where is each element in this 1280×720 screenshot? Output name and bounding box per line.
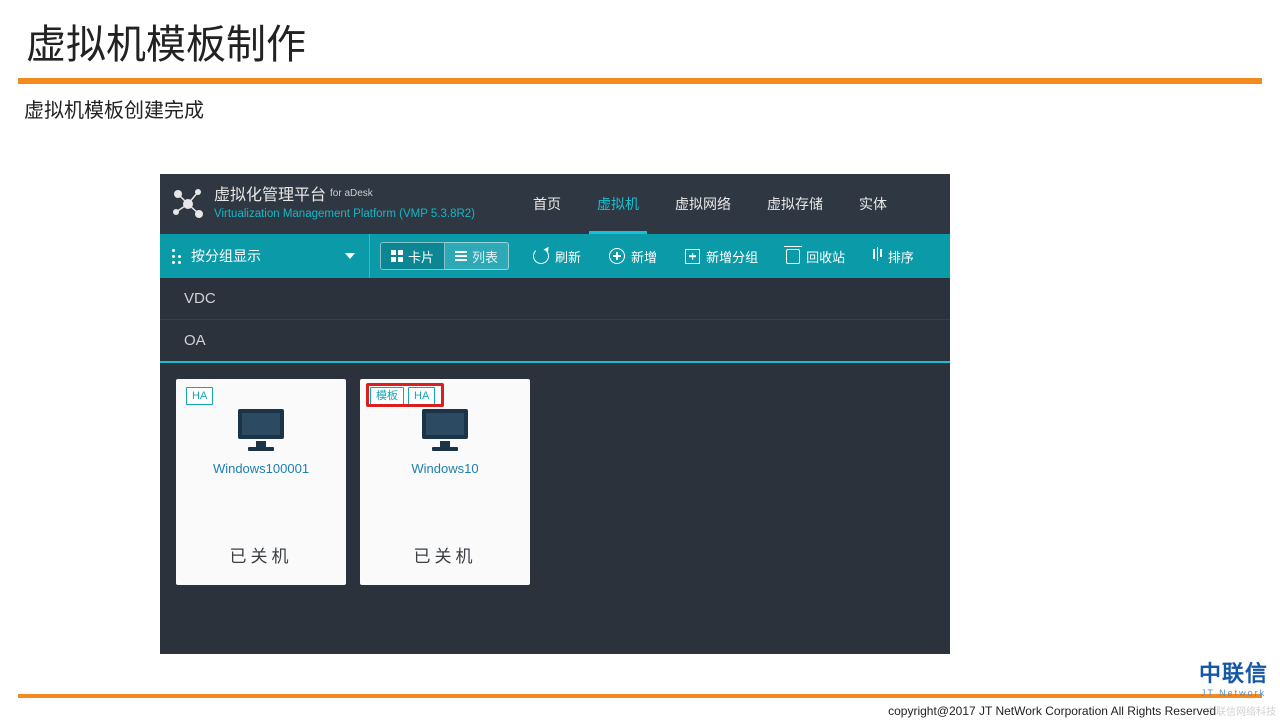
add-button[interactable]: 新增 — [595, 234, 671, 278]
group-list: VDC OA — [160, 278, 950, 363]
view-toggle: 卡片 列表 — [370, 234, 519, 278]
primary-nav: 首页 虚拟机 虚拟网络 虚拟存储 实体 — [515, 174, 905, 234]
app-title-suffix: for aDesk — [330, 188, 373, 200]
jt-logo-cn: 中联信 — [1199, 656, 1268, 688]
slide-subtitle: 虚拟机模板创建完成 — [0, 84, 1280, 123]
vm-status: 已关机 — [360, 526, 530, 585]
view-list-button[interactable]: 列表 — [445, 242, 509, 270]
vm-name: Windows100001 — [213, 461, 309, 476]
nav-vm[interactable]: 虚拟机 — [579, 174, 657, 234]
watermark: 中联信网络科技 — [1206, 703, 1276, 718]
nav-vstorage[interactable]: 虚拟存储 — [749, 174, 841, 234]
vm-card[interactable]: 模板 HA Windows10 已关机 — [360, 379, 530, 585]
list-icon — [455, 251, 467, 261]
toolbar: 按分组显示 卡片 列表 刷新 新增 新增分组 — [160, 234, 950, 278]
nav-home[interactable]: 首页 — [515, 174, 579, 234]
tree-icon — [170, 249, 181, 264]
app-logo: 虚拟化管理平台 for aDesk Virtualization Managem… — [166, 184, 475, 224]
vm-status: 已关机 — [176, 526, 346, 585]
group-oa[interactable]: OA — [160, 319, 950, 361]
app-subtitle: Virtualization Management Platform (VMP … — [214, 208, 475, 221]
sort-label: 排序 — [888, 247, 914, 266]
app-header: 虚拟化管理平台 for aDesk Virtualization Managem… — [160, 174, 950, 234]
tag-template: 模板 — [370, 387, 404, 405]
sort-icon — [873, 249, 882, 263]
vm-card[interactable]: HA Windows100001 已关机 — [176, 379, 346, 585]
slide-title: 虚拟机模板制作 — [0, 0, 1280, 78]
grid-icon — [391, 250, 403, 262]
refresh-label: 刷新 — [555, 247, 581, 266]
footer: 中联信 JT Network copyright@2017 JT NetWork… — [0, 694, 1280, 720]
plus-square-icon — [685, 249, 700, 264]
chevron-down-icon — [345, 253, 355, 259]
tag-row: 模板 HA — [370, 387, 435, 405]
vm-name: Windows10 — [411, 461, 478, 476]
tag-row: HA — [186, 387, 213, 405]
network-nodes-icon — [168, 184, 208, 224]
group-vdc[interactable]: VDC — [160, 278, 950, 319]
copyright: copyright@2017 JT NetWork Corporation Al… — [0, 698, 1280, 720]
plus-circle-icon — [609, 248, 625, 264]
recycle-button[interactable]: 回收站 — [772, 234, 859, 278]
jt-logo: 中联信 JT Network — [1199, 656, 1268, 698]
tag-ha: HA — [186, 387, 213, 405]
nav-physical[interactable]: 实体 — [841, 174, 905, 234]
app-window: 虚拟化管理平台 for aDesk Virtualization Managem… — [160, 174, 950, 654]
add-group-label: 新增分组 — [706, 247, 758, 266]
add-label: 新增 — [631, 247, 657, 266]
view-list-label: 列表 — [472, 247, 498, 266]
group-display-dropdown[interactable]: 按分组显示 — [160, 234, 370, 278]
monitor-icon — [234, 405, 288, 455]
group-display-label: 按分组显示 — [191, 246, 261, 266]
view-card-label: 卡片 — [408, 247, 434, 266]
tag-ha: HA — [408, 387, 435, 405]
jt-logo-en: JT Network — [1199, 688, 1268, 698]
refresh-icon — [533, 248, 549, 264]
nav-vnet[interactable]: 虚拟网络 — [657, 174, 749, 234]
refresh-button[interactable]: 刷新 — [519, 234, 595, 278]
add-group-button[interactable]: 新增分组 — [671, 234, 772, 278]
monitor-icon — [418, 405, 472, 455]
vm-cards-area: HA Windows100001 已关机 模板 HA — [160, 363, 950, 601]
app-title: 虚拟化管理平台 — [214, 187, 326, 205]
sort-button[interactable]: 排序 — [859, 234, 928, 278]
view-card-button[interactable]: 卡片 — [380, 242, 445, 270]
recycle-icon — [786, 249, 800, 264]
recycle-label: 回收站 — [806, 247, 845, 266]
